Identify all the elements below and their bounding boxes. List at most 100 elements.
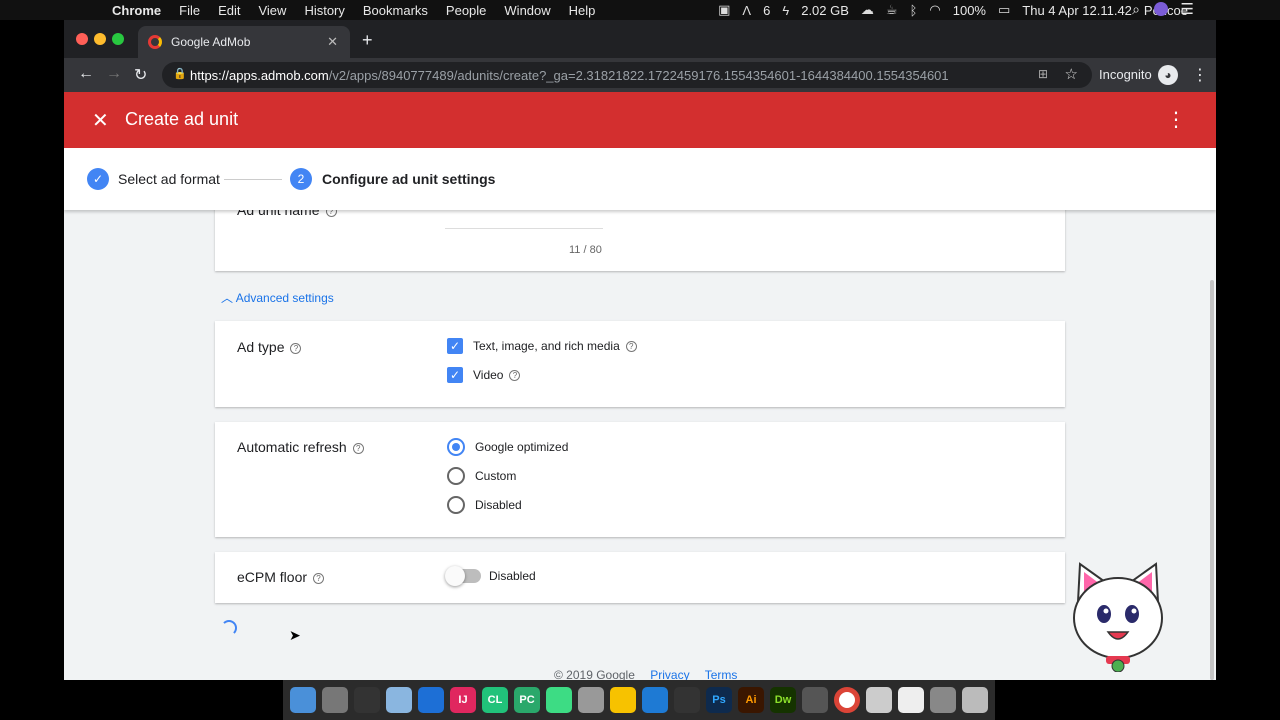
privacy-link[interactable]: Privacy (650, 668, 689, 680)
refresh-option-custom[interactable]: Custom (447, 467, 516, 485)
url-path: /v2/apps/8940777489/adunits/create?_ga=2… (328, 67, 949, 83)
back-icon[interactable]: ← (78, 65, 94, 83)
help-icon[interactable]: ? (352, 443, 364, 454)
maximize-window-button[interactable] (112, 33, 124, 45)
macos-menubar: Chrome File Edit View History Bookmarks … (0, 0, 1280, 20)
preview-icon[interactable] (866, 687, 892, 713)
menu-people[interactable]: People (446, 3, 486, 18)
bluetooth-icon[interactable]: ᛒ (910, 3, 918, 18)
dreamweaver-icon[interactable]: Dw (770, 687, 796, 713)
help-icon[interactable]: ? (313, 573, 325, 584)
new-tab-button[interactable]: + (362, 30, 373, 51)
wifi-icon[interactable]: ◠ (929, 2, 940, 18)
macos-dock: IJ CL PC Ps Ai Dw (283, 680, 995, 720)
advanced-settings-toggle[interactable]: ︿ Advanced settings (221, 289, 334, 306)
notification-center-icon[interactable]: ☰ (1181, 0, 1194, 18)
ad-type-card: Ad type? ✓ Text, image, and rich media? … (215, 321, 1065, 407)
radio-unselected-icon[interactable] (447, 496, 465, 514)
database-icon[interactable] (578, 687, 604, 713)
utility-icon[interactable] (930, 687, 956, 713)
checkbox-checked-icon[interactable]: ✓ (447, 367, 463, 383)
battery-percent[interactable]: 100% (953, 3, 986, 18)
final-cut-icon[interactable] (354, 687, 380, 713)
tab-google-admob[interactable]: Google AdMob ✕ (138, 26, 350, 58)
step-1-label[interactable]: Select ad format (118, 171, 220, 187)
reload-icon[interactable]: ↻ (134, 65, 147, 85)
lock-icon[interactable]: 🔒 (173, 67, 187, 80)
ad-type-option-video[interactable]: ✓ Video? (447, 367, 521, 383)
notification-count: 6 (763, 2, 771, 18)
ad-type-label: Ad type? (237, 339, 302, 355)
vscode-icon[interactable] (642, 687, 668, 713)
figma-icon[interactable] (674, 687, 700, 713)
keyboard-icon[interactable] (898, 687, 924, 713)
screen-record-icon[interactable]: ▣ (718, 2, 730, 18)
ad-type-option-text[interactable]: ✓ Text, image, and rich media? (447, 338, 637, 354)
cloud-icon[interactable]: ☁ (861, 2, 874, 18)
main-content: Ad unit name? 11 / 80 ︿ Advanced setting… (64, 210, 1216, 680)
radio-unselected-icon[interactable] (447, 467, 465, 485)
trello-icon[interactable] (418, 687, 444, 713)
menu-edit[interactable]: Edit (218, 3, 240, 18)
forward-icon[interactable]: → (106, 65, 122, 83)
finder-icon[interactable] (290, 687, 316, 713)
close-tab-icon[interactable]: ✕ (327, 34, 338, 50)
help-icon[interactable]: ? (625, 340, 637, 352)
loading-spinner (221, 620, 237, 636)
intellij-icon[interactable]: IJ (450, 687, 476, 713)
siri-icon[interactable] (1154, 2, 1168, 16)
automatic-refresh-label: Automatic refresh? (237, 439, 364, 455)
menu-window[interactable]: Window (504, 3, 550, 18)
chrome-window: Google AdMob ✕ + ← → ↻ 🔒 https://apps.ad… (64, 20, 1216, 680)
box-icon[interactable] (386, 687, 412, 713)
menu-history[interactable]: History (304, 3, 344, 18)
menu-bookmarks[interactable]: Bookmarks (363, 3, 428, 18)
cyberduck-icon[interactable] (610, 687, 636, 713)
ad-unit-name-input[interactable] (445, 228, 603, 229)
incognito-icon[interactable]: ◕ (1158, 65, 1178, 85)
browser-toolbar: ← → ↻ 🔒 https://apps.admob.com/v2/apps/8… (64, 58, 1216, 92)
menu-app-name[interactable]: Chrome (112, 3, 161, 18)
toggle-switch[interactable] (445, 566, 481, 586)
datetime[interactable]: Thu 4 Apr 12.11.42 (1022, 3, 1132, 18)
translate-icon[interactable]: ⊞ (1038, 67, 1048, 81)
refresh-option-disabled[interactable]: Disabled (447, 496, 522, 514)
davinci-icon[interactable] (802, 687, 828, 713)
radio-selected-icon[interactable] (447, 438, 465, 456)
memory-readout[interactable]: 2.02 GB (801, 3, 849, 18)
pycharm-icon[interactable]: PC (514, 687, 540, 713)
chrome-icon[interactable] (834, 687, 860, 713)
ecpm-floor-toggle[interactable]: Disabled (445, 566, 536, 586)
menu-file[interactable]: File (179, 3, 200, 18)
help-icon[interactable]: ? (509, 369, 521, 381)
launchpad-icon[interactable] (322, 687, 348, 713)
refresh-option-google-optimized[interactable]: Google optimized (447, 438, 568, 456)
terms-link[interactable]: Terms (705, 668, 738, 680)
bookmark-star-icon[interactable]: ☆ (1065, 65, 1078, 83)
photoshop-icon[interactable]: Ps (706, 687, 732, 713)
scrollbar[interactable] (1210, 280, 1214, 680)
minimize-window-button[interactable] (94, 33, 106, 45)
coffee-icon[interactable]: ☕ (886, 2, 898, 18)
checkbox-checked-icon[interactable]: ✓ (447, 338, 463, 354)
trash-icon[interactable] (962, 687, 988, 713)
illustrator-icon[interactable]: Ai (738, 687, 764, 713)
bolt-icon[interactable]: ϟ (782, 3, 789, 18)
step-2-number: 2 (290, 168, 312, 190)
chrome-menu-icon[interactable]: ⋮ (1192, 65, 1208, 85)
notification-icon[interactable]: Ʌ (742, 3, 751, 18)
close-window-button[interactable] (76, 33, 88, 45)
cat-mascot-icon (1073, 562, 1163, 672)
close-icon[interactable]: ✕ (92, 108, 109, 133)
clion-icon[interactable]: CL (482, 687, 508, 713)
spotlight-icon[interactable]: ⌕ (1132, 1, 1140, 18)
address-bar[interactable]: 🔒 https://apps.admob.com/v2/apps/8940777… (162, 62, 1092, 88)
menu-view[interactable]: View (258, 3, 286, 18)
more-options-icon[interactable]: ⋮ (1166, 107, 1186, 132)
help-icon[interactable]: ? (290, 343, 302, 354)
menu-help[interactable]: Help (569, 3, 596, 18)
mouse-cursor-icon: ➤ (289, 627, 301, 643)
help-icon[interactable]: ? (325, 210, 337, 217)
android-studio-icon[interactable] (546, 687, 572, 713)
ecpm-floor-label: eCPM floor? (237, 569, 325, 585)
